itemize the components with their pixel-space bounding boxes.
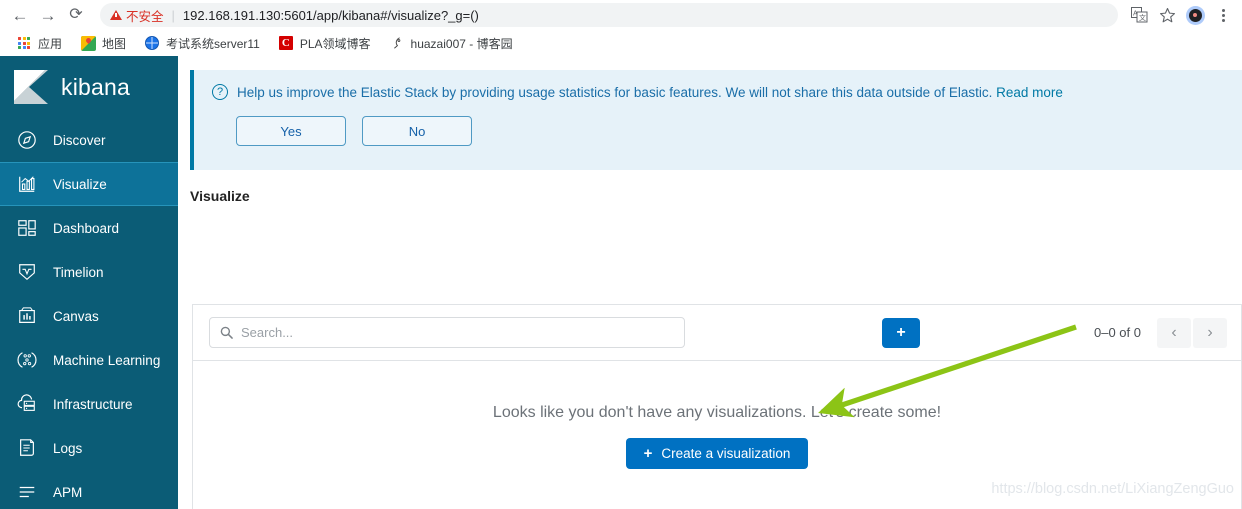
chevron-left-icon[interactable]: ‹ bbox=[1157, 317, 1191, 348]
sidebar-item-label: Discover bbox=[53, 132, 106, 148]
bookmark-label: 考试系统server11 bbox=[166, 36, 260, 51]
chevron-right-icon[interactable]: › bbox=[1193, 317, 1227, 348]
banner-message: Help us improve the Elastic Stack by pro… bbox=[237, 85, 1063, 100]
question-mark-circle-icon: ? bbox=[212, 84, 228, 100]
sidebar-item-dashboard[interactable]: Dashboard bbox=[0, 206, 178, 250]
bookmark-label: huazai007 - 博客园 bbox=[410, 36, 513, 51]
telemetry-no-button[interactable]: No bbox=[362, 116, 472, 146]
search-input[interactable]: Search... bbox=[209, 317, 685, 348]
security-warning[interactable]: 不安全 bbox=[110, 6, 164, 25]
warning-triangle-icon bbox=[110, 10, 122, 20]
sidebar-item-apm[interactable]: APM bbox=[0, 470, 178, 509]
browser-toolbar: ← → ⟳ 不安全 | 192.168.191.130:5601/app/kib… bbox=[0, 0, 1242, 30]
globe-icon bbox=[144, 35, 160, 51]
brand-name: kibana bbox=[61, 73, 130, 100]
bookmark-exam-server[interactable]: 考试系统server11 bbox=[136, 33, 268, 54]
bookmark-maps[interactable]: 地图 bbox=[72, 33, 134, 54]
forward-icon[interactable]: → bbox=[34, 1, 62, 29]
telemetry-yes-button[interactable]: Yes bbox=[236, 116, 346, 146]
sidebar-item-discover[interactable]: Discover bbox=[0, 118, 178, 162]
back-icon[interactable]: ← bbox=[6, 1, 34, 29]
sidebar-item-label: Visualize bbox=[53, 176, 107, 192]
discover-compass-icon bbox=[16, 130, 37, 151]
pagination-top: 0–0 of 0 ‹ › bbox=[1094, 317, 1227, 348]
kibana-logo-icon bbox=[14, 70, 48, 104]
bookmark-cnblogs[interactable]: huazai007 - 博客园 bbox=[381, 33, 521, 54]
sidebar-item-label: Dashboard bbox=[53, 220, 120, 236]
canvas-frame-icon bbox=[16, 306, 37, 327]
bookmarks-bar: 应用 地图 考试系统server11 C PLA领域博客 huazai007 -… bbox=[0, 30, 1242, 56]
sidebar: kibana Discover Visualize Dashboard Time… bbox=[0, 56, 178, 509]
address-bar[interactable]: 不安全 | 192.168.191.130:5601/app/kibana#/v… bbox=[100, 3, 1118, 27]
sidebar-item-infrastructure[interactable]: Infrastructure bbox=[0, 382, 178, 426]
bookmark-pla-blog[interactable]: C PLA领域博客 bbox=[270, 33, 379, 54]
sidebar-item-label: Logs bbox=[53, 440, 83, 456]
profile-avatar[interactable] bbox=[1182, 2, 1208, 28]
machine-learning-icon bbox=[16, 350, 37, 371]
sidebar-item-logs[interactable]: Logs bbox=[0, 426, 178, 470]
create-visualization-button[interactable]: + Create a visualization bbox=[625, 438, 809, 469]
sidebar-item-label: Machine Learning bbox=[53, 352, 161, 368]
pagination-count: 0–0 of 0 bbox=[1094, 325, 1141, 340]
read-more-link[interactable]: Read more bbox=[996, 85, 1063, 100]
bookmark-label: 地图 bbox=[102, 36, 127, 51]
csdn-c-icon: C bbox=[278, 35, 294, 51]
panel-toolbar: Search... + 0–0 of 0 ‹ › bbox=[193, 305, 1241, 360]
apm-lines-icon bbox=[16, 482, 37, 503]
sidebar-item-label: Infrastructure bbox=[53, 396, 133, 412]
sidebar-item-machine-learning[interactable]: Machine Learning bbox=[0, 338, 178, 382]
browser-chrome: ← → ⟳ 不安全 | 192.168.191.130:5601/app/kib… bbox=[0, 0, 1242, 56]
sidebar-item-timelion[interactable]: Timelion bbox=[0, 250, 178, 294]
kibana-app: kibana Discover Visualize Dashboard Time… bbox=[0, 56, 1242, 509]
search-icon bbox=[220, 326, 233, 339]
create-visualization-label: Create a visualization bbox=[661, 446, 791, 461]
bookmark-label: 应用 bbox=[38, 36, 63, 51]
kibana-brand[interactable]: kibana bbox=[0, 56, 178, 118]
svg-text:文: 文 bbox=[1139, 13, 1146, 22]
bookmark-apps[interactable]: 应用 bbox=[8, 33, 70, 54]
bookmark-star-icon[interactable] bbox=[1154, 2, 1180, 28]
bookmark-label: PLA领域博客 bbox=[299, 36, 371, 51]
add-visualization-button[interactable]: + bbox=[882, 317, 920, 348]
dashboard-grid-icon bbox=[16, 218, 37, 239]
timelion-shield-icon bbox=[16, 262, 37, 283]
security-warning-label: 不安全 bbox=[126, 9, 164, 24]
search-placeholder: Search... bbox=[241, 325, 294, 340]
infrastructure-icon bbox=[16, 394, 37, 415]
page-title: Visualize bbox=[190, 188, 250, 204]
telemetry-banner: ? Help us improve the Elastic Stack by p… bbox=[190, 70, 1242, 170]
sidebar-item-canvas[interactable]: Canvas bbox=[0, 294, 178, 338]
plus-icon: + bbox=[643, 445, 653, 462]
reload-icon[interactable]: ⟳ bbox=[62, 1, 90, 29]
translate-icon[interactable]: A 文 bbox=[1126, 2, 1152, 28]
sidebar-item-label: Canvas bbox=[53, 308, 99, 324]
omnibox-separator: | bbox=[171, 7, 175, 23]
visualize-chart-icon bbox=[16, 174, 37, 195]
sidebar-item-visualize[interactable]: Visualize bbox=[0, 162, 178, 206]
sidebar-item-label: Timelion bbox=[53, 264, 104, 280]
visualizations-panel: Search... + 0–0 of 0 ‹ › Looks like you … bbox=[192, 304, 1242, 509]
main-content: ? Help us improve the Elastic Stack by p… bbox=[178, 56, 1242, 509]
cnblogs-pen-icon bbox=[389, 35, 405, 51]
empty-state: Looks like you don't have any visualizat… bbox=[193, 360, 1241, 509]
google-maps-icon bbox=[80, 35, 96, 51]
sidebar-item-label: APM bbox=[53, 484, 83, 500]
apps-grid-icon bbox=[16, 35, 32, 51]
chrome-menu-icon[interactable] bbox=[1210, 2, 1236, 28]
url-text: 192.168.191.130:5601/app/kibana#/visuali… bbox=[182, 7, 479, 23]
empty-state-message: Looks like you don't have any visualizat… bbox=[492, 404, 942, 421]
logs-document-icon bbox=[16, 438, 37, 459]
banner-message-text: Help us improve the Elastic Stack by pro… bbox=[237, 84, 993, 100]
